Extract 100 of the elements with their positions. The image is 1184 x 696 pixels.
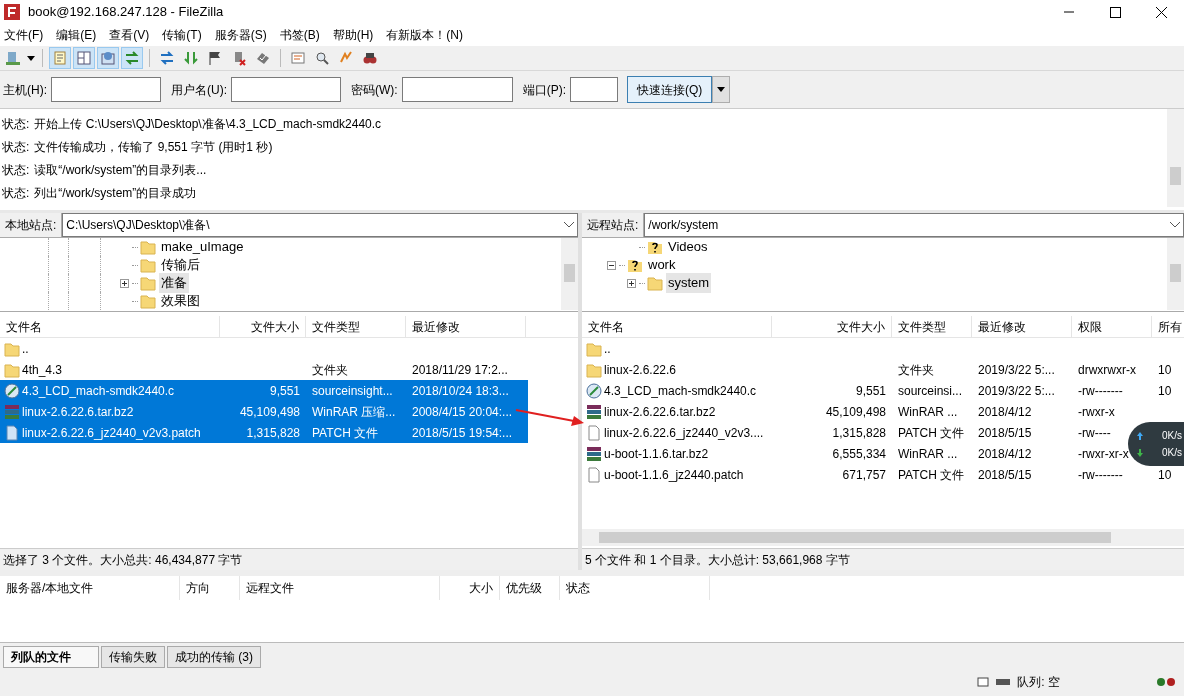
menu-item[interactable]: 书签(B) (279, 26, 320, 44)
column-header[interactable]: 权限 (1072, 316, 1152, 337)
panels-icon (76, 50, 92, 66)
table-cell-text: 2018/4/12 (978, 445, 1032, 463)
field-label: 密码(W): (351, 81, 398, 99)
table-cell-text: WinRAR 压缩... (312, 403, 396, 421)
file-row[interactable]: .. (0, 338, 528, 359)
column-header[interactable]: 最近修改 (972, 316, 1072, 337)
binoculars-icon (362, 50, 378, 66)
folder-icon (140, 293, 156, 309)
column-header[interactable]: 文件类型 (892, 316, 972, 337)
table-cell-text: drwxrwxr-x (1078, 361, 1136, 379)
menu-item[interactable]: 查看(V) (109, 26, 150, 44)
notepad-icon (52, 50, 68, 66)
column-header[interactable]: 远程文件 (240, 576, 440, 600)
input-field[interactable] (401, 77, 513, 102)
tree-item[interactable]: 效果图 (159, 291, 202, 311)
tree-item[interactable]: system (666, 273, 712, 293)
tree-item[interactable]: 准备 (159, 273, 189, 293)
toolbar-button[interactable] (73, 47, 95, 69)
maximize-icon (1109, 6, 1121, 18)
site-label: 远程站点: (582, 213, 645, 237)
table-cell-text: 2018/5/15 (978, 466, 1032, 484)
menu-item[interactable]: 有新版本！(N) (386, 26, 463, 44)
dropdown-button[interactable] (712, 76, 731, 103)
file-name: u-boot-1.1.6.tar.bz2 (604, 445, 709, 463)
column-header[interactable]: 优先级 (500, 576, 560, 600)
menu-item[interactable]: 传输(T) (162, 26, 202, 44)
column-header[interactable]: 文件名 (582, 316, 772, 337)
column-header[interactable]: 文件大小 (772, 316, 892, 337)
table-cell-text: 2018/5/15 (978, 424, 1032, 442)
path-dropdown[interactable]: /work/system (644, 213, 1184, 237)
table-cell-text: WinRAR ... (898, 403, 958, 421)
tree-item[interactable]: 传输后 (159, 255, 202, 275)
expand-icon[interactable] (120, 278, 129, 288)
caret-icon (717, 87, 726, 92)
column-header[interactable]: 所有 (1152, 316, 1184, 337)
file-row[interactable]: 4th_4.3 文件夹 2018/11/29 17:2... (0, 359, 528, 380)
horizontal-scrollbar[interactable] (582, 529, 1184, 546)
quickconnect-button[interactable]: 快速连接(Q) (627, 76, 713, 103)
scrollbar[interactable] (1167, 238, 1184, 310)
column-header[interactable]: 状态 (560, 576, 710, 600)
folder-icon (140, 239, 156, 255)
file-name: linux-2.6.22.6_jz2440_v2v3.patch (22, 424, 201, 442)
books-icon (586, 445, 602, 462)
table-cell-text: sourceinsight... (312, 382, 393, 400)
status-text: 选择了 3 个文件。大小总共: 46,434,877 字节 (0, 548, 578, 570)
file-name: .. (22, 340, 29, 358)
app-logo-icon (4, 4, 20, 20)
table-cell-text: 9,551 (855, 382, 886, 400)
dropdown-caret-icon[interactable] (27, 55, 35, 61)
log-message: 列出“/work/system”的目录成功 (34, 184, 197, 202)
column-header[interactable]: 服务器/本地文件 (0, 576, 180, 600)
tab[interactable]: 传输失败 (101, 646, 165, 668)
minimize-icon (1064, 11, 1074, 13)
column-header[interactable]: 文件名 (0, 316, 220, 337)
tab[interactable]: 列队的文件 (3, 646, 99, 668)
table-cell-text: 1,315,828 (832, 424, 886, 442)
column-header[interactable]: 大小 (440, 576, 500, 600)
field-label: 端口(P): (522, 81, 566, 99)
table-cell-text: 10 (1158, 361, 1172, 379)
tree-item[interactable]: work (646, 255, 678, 275)
column-header[interactable]: 文件大小 (220, 316, 306, 337)
table-cell-text: 2019/3/22 5:... (978, 382, 1055, 400)
column-header[interactable]: 文件类型 (306, 316, 406, 337)
input-field[interactable] (231, 77, 341, 102)
tree-item[interactable]: Videos (666, 238, 710, 257)
download-arrow-icon (1136, 447, 1144, 458)
column-header[interactable]: 最近修改 (406, 316, 526, 337)
pen-circle-icon (586, 382, 602, 399)
menu-item[interactable]: 文件(F) (4, 26, 44, 44)
path-dropdown[interactable]: C:\Users\QJ\Desktop\准备\ (62, 213, 578, 237)
menu-item[interactable]: 编辑(E) (56, 26, 97, 44)
chevron-down-icon (1170, 222, 1180, 228)
field-label: 用户名(U): (171, 81, 227, 99)
menu-item[interactable]: 帮助(H) (332, 26, 374, 44)
list-icon (290, 50, 306, 66)
tree-item[interactable]: make_uImage (159, 238, 246, 257)
expand-icon[interactable] (627, 278, 636, 288)
file-name: linux-2.6.22.6_jz2440_v2v3.... (604, 424, 764, 442)
input-field[interactable] (570, 77, 618, 102)
tab[interactable]: 成功的传输 (3) (167, 646, 261, 668)
collapse-icon[interactable] (607, 260, 616, 270)
menu-item[interactable]: 服务器(S) (214, 26, 267, 44)
selected-row[interactable]: 4.3_LCD_mach-smdk2440.c 9,551 sourceinsight... 2018/10/24 18:3... (0, 380, 528, 401)
input-field[interactable] (51, 77, 161, 102)
scrollbar[interactable] (1167, 109, 1184, 207)
table-cell-text: 文件夹 (312, 361, 348, 379)
scrollbar[interactable] (561, 238, 578, 310)
speed-text: 0K/s (1162, 446, 1182, 460)
selected-row[interactable]: linux-2.6.22.6.tar.bz2 45,109,498 WinRAR 压缩... 2008/4/15 20:04:... (0, 401, 528, 422)
file-name: u-boot-1.1.6_jz2440.patch (604, 466, 744, 484)
table-cell-text: PATCH 文件 (898, 424, 965, 442)
column-header[interactable]: 方向 (180, 576, 240, 600)
table-cell-text: -rw------- (1078, 466, 1123, 484)
document-icon (4, 424, 20, 441)
log-message: 读取“/work/system”的目录列表... (34, 161, 207, 179)
table-cell-text: 9,551 (269, 382, 300, 400)
selected-row[interactable]: linux-2.6.22.6_jz2440_v2v3.patch 1,315,828 PATCH 文件 2018/5/15 19:54:... (0, 422, 528, 443)
folder-icon (140, 275, 156, 291)
